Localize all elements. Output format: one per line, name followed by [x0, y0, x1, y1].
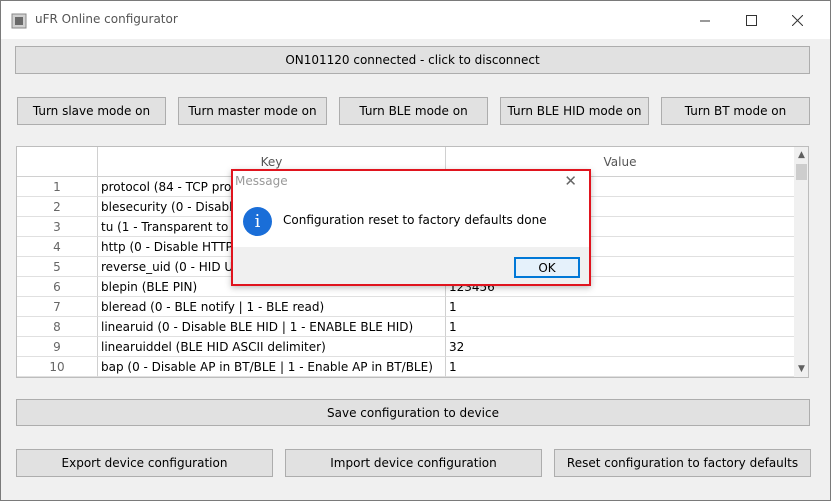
row-number: 1: [17, 177, 98, 197]
value-cell[interactable]: 32: [446, 337, 794, 357]
title-bar[interactable]: uFR Online configurator: [1, 1, 830, 39]
minimize-button[interactable]: [682, 1, 728, 39]
save-configuration-button[interactable]: Save configuration to device: [16, 399, 810, 426]
scroll-thumb[interactable]: [796, 164, 807, 180]
dialog-message: Configuration reset to factory defaults …: [283, 213, 547, 227]
row-number: 9: [17, 337, 98, 357]
info-icon: i: [243, 207, 272, 236]
bt-mode-button[interactable]: Turn BT mode on: [661, 97, 810, 125]
ble-hid-mode-button[interactable]: Turn BLE HID mode on: [500, 97, 649, 125]
table-row[interactable]: 10 bap (0 - Disable AP in BT/BLE | 1 - E…: [17, 357, 794, 377]
key-cell[interactable]: linearuid (0 - Disable BLE HID | 1 - ENA…: [98, 317, 446, 337]
row-number: 3: [17, 217, 98, 237]
table-row[interactable]: 9 linearuiddel (BLE HID ASCII delimiter)…: [17, 337, 794, 357]
dialog-close-icon[interactable]: ✕: [564, 172, 577, 190]
main-window: uFR Online configurator ON101120 connect…: [0, 0, 831, 501]
value-cell[interactable]: 1: [446, 357, 794, 377]
row-number: 2: [17, 197, 98, 217]
dialog-title: Message: [235, 174, 288, 188]
row-number: 5: [17, 257, 98, 277]
corner-header[interactable]: [17, 147, 98, 177]
app-icon: [11, 13, 27, 29]
row-number: 4: [17, 237, 98, 257]
message-dialog: Message ✕ i Configuration reset to facto…: [231, 169, 591, 286]
master-mode-button[interactable]: Turn master mode on: [178, 97, 327, 125]
minimize-icon: [699, 20, 710, 21]
window-title: uFR Online configurator: [35, 12, 178, 26]
dialog-footer: OK: [233, 247, 589, 284]
close-button[interactable]: [774, 1, 820, 39]
ok-button[interactable]: OK: [514, 257, 580, 278]
close-icon: [791, 14, 803, 26]
import-configuration-button[interactable]: Import device configuration: [285, 449, 542, 477]
value-cell[interactable]: 1: [446, 297, 794, 317]
key-cell[interactable]: bleread (0 - BLE notify | 1 - BLE read): [98, 297, 446, 317]
ble-mode-button[interactable]: Turn BLE mode on: [339, 97, 488, 125]
table-row[interactable]: 7 bleread (0 - BLE notify | 1 - BLE read…: [17, 297, 794, 317]
export-configuration-button[interactable]: Export device configuration: [16, 449, 273, 477]
disconnect-button[interactable]: ON101120 connected - click to disconnect: [15, 46, 810, 74]
slave-mode-button[interactable]: Turn slave mode on: [17, 97, 166, 125]
dialog-body: i Configuration reset to factory default…: [233, 193, 589, 247]
key-cell[interactable]: bap (0 - Disable AP in BT/BLE | 1 - Enab…: [98, 357, 446, 377]
scroll-down-arrow-icon[interactable]: ▼: [794, 361, 808, 377]
row-number: 7: [17, 297, 98, 317]
maximize-button[interactable]: [728, 1, 774, 39]
reset-factory-defaults-button[interactable]: Reset configuration to factory defaults: [554, 449, 811, 477]
row-number: 8: [17, 317, 98, 337]
table-row[interactable]: 8 linearuid (0 - Disable BLE HID | 1 - E…: [17, 317, 794, 337]
maximize-icon: [745, 14, 757, 26]
row-number: 10: [17, 357, 98, 377]
value-cell[interactable]: 1: [446, 317, 794, 337]
scroll-up-arrow-icon[interactable]: ▲: [794, 147, 808, 163]
key-cell[interactable]: linearuiddel (BLE HID ASCII delimiter): [98, 337, 446, 357]
vertical-scrollbar[interactable]: ▲ ▼: [794, 147, 808, 377]
row-number: 6: [17, 277, 98, 297]
